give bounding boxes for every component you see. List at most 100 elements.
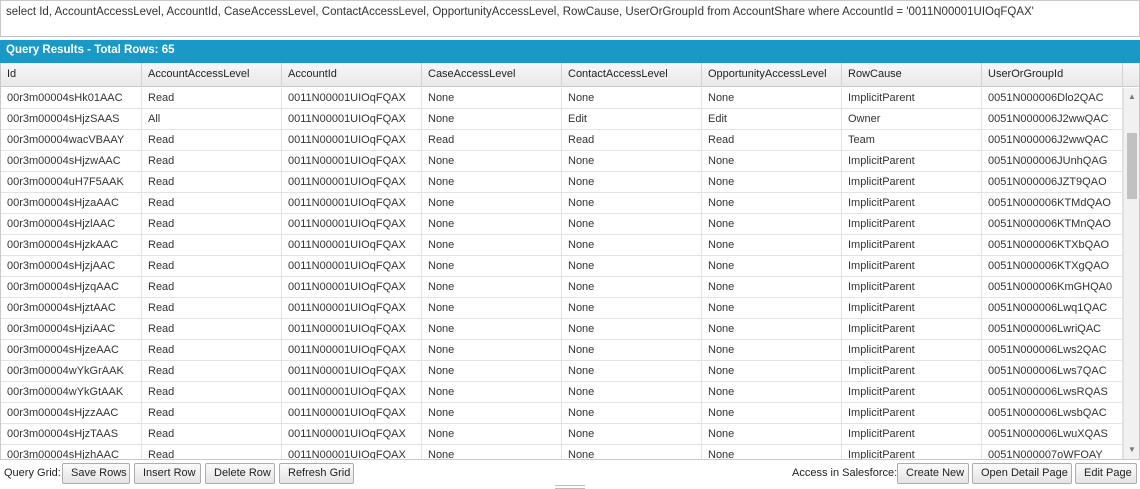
table-cell[interactable]: None	[702, 361, 842, 381]
table-cell[interactable]: Read	[142, 403, 282, 423]
table-row[interactable]: 00r3m00004sHk01AAC Read 0011N00001UIOqFQAX…	[1, 88, 1123, 109]
table-cell[interactable]: 0011N00001UIOqFQAX	[282, 151, 422, 171]
column-header-id[interactable]: Id	[1, 63, 142, 87]
table-row[interactable]: 00r3m00004sHjziAAC Read 0011N00001UIOqFQAX…	[1, 319, 1123, 340]
table-cell[interactable]: 00r3m00004wacVBAAY	[1, 130, 142, 150]
table-cell[interactable]: None	[562, 298, 702, 318]
table-cell[interactable]: Read	[142, 151, 282, 171]
table-cell[interactable]: Read	[702, 130, 842, 150]
table-cell[interactable]: None	[422, 424, 562, 444]
table-row[interactable]: 00r3m00004sHjzkAAC Read 0011N00001UIOqFQAX…	[1, 235, 1123, 256]
save-rows-button[interactable]: Save Rows	[62, 463, 130, 484]
table-cell[interactable]: None	[702, 214, 842, 234]
table-cell[interactable]: 0011N00001UIOqFQAX	[282, 256, 422, 276]
table-cell[interactable]: None	[562, 403, 702, 423]
table-cell[interactable]: Read	[142, 361, 282, 381]
refresh-grid-button[interactable]: Refresh Grid	[279, 463, 354, 484]
table-cell[interactable]: None	[702, 298, 842, 318]
table-cell[interactable]: Read	[142, 424, 282, 444]
table-cell[interactable]: None	[562, 277, 702, 297]
table-cell[interactable]: 00r3m00004wYkGtAAK	[1, 382, 142, 402]
insert-row-button[interactable]: Insert Row	[134, 463, 201, 484]
table-cell[interactable]: 0051N000006Lws2QAC	[982, 340, 1123, 360]
table-cell[interactable]: 0051N000006Lws7QAC	[982, 361, 1123, 381]
table-cell[interactable]: Edit	[702, 109, 842, 129]
table-cell[interactable]: None	[562, 193, 702, 213]
table-cell[interactable]: None	[422, 193, 562, 213]
table-cell[interactable]: ImplicitParent	[842, 445, 982, 459]
table-cell[interactable]: ImplicitParent	[842, 382, 982, 402]
table-cell[interactable]: None	[562, 256, 702, 276]
table-cell[interactable]: ImplicitParent	[842, 424, 982, 444]
table-row[interactable]: 00r3m00004sHjzaAAC Read 0011N00001UIOqFQAX…	[1, 193, 1123, 214]
table-cell[interactable]: Edit	[562, 109, 702, 129]
table-cell[interactable]: Read	[562, 130, 702, 150]
table-cell[interactable]: 0051N000006LwriQAC	[982, 319, 1123, 339]
table-cell[interactable]: ImplicitParent	[842, 88, 982, 108]
table-cell[interactable]: Read	[142, 193, 282, 213]
table-cell[interactable]: None	[702, 88, 842, 108]
table-cell[interactable]: 0011N00001UIOqFQAX	[282, 109, 422, 129]
table-cell[interactable]: 0051N000006KTXbQAO	[982, 235, 1123, 255]
table-cell[interactable]: None	[702, 193, 842, 213]
column-header-userorgroupid[interactable]: UserOrGroupId	[982, 63, 1123, 87]
table-cell[interactable]: 00r3m00004sHjzzAAC	[1, 403, 142, 423]
table-cell[interactable]: None	[422, 361, 562, 381]
table-cell[interactable]: 00r3m00004sHk01AAC	[1, 88, 142, 108]
table-cell[interactable]: All	[142, 109, 282, 129]
table-cell[interactable]: None	[702, 277, 842, 297]
table-cell[interactable]: None	[702, 256, 842, 276]
table-cell[interactable]: 0051N000006KmGHQA0	[982, 277, 1123, 297]
table-cell[interactable]: None	[422, 403, 562, 423]
table-cell[interactable]: None	[702, 424, 842, 444]
table-cell[interactable]: 0011N00001UIOqFQAX	[282, 445, 422, 459]
table-cell[interactable]: ImplicitParent	[842, 214, 982, 234]
table-row[interactable]: 00r3m00004sHjzqAAC Read 0011N00001UIOqFQAX…	[1, 277, 1123, 298]
table-cell[interactable]: Read	[142, 88, 282, 108]
table-cell[interactable]: None	[562, 361, 702, 381]
column-header-accountaccesslevel[interactable]: AccountAccessLevel	[142, 63, 282, 87]
table-cell[interactable]: Read	[142, 130, 282, 150]
table-cell[interactable]: 0011N00001UIOqFQAX	[282, 403, 422, 423]
table-cell[interactable]: Read	[142, 235, 282, 255]
table-cell[interactable]: ImplicitParent	[842, 256, 982, 276]
table-cell[interactable]: 00r3m00004sHjzTAAS	[1, 424, 142, 444]
column-header-accountid[interactable]: AccountId	[282, 63, 422, 87]
table-cell[interactable]: 00r3m00004sHjzwAAC	[1, 151, 142, 171]
table-cell[interactable]: Read	[142, 172, 282, 192]
table-row[interactable]: 00r3m00004sHjztAAC Read 0011N00001UIOqFQAX…	[1, 298, 1123, 319]
table-row[interactable]: 00r3m00004sHjzzAAC Read 0011N00001UIOqFQAX…	[1, 403, 1123, 424]
table-cell[interactable]: None	[562, 445, 702, 459]
table-row[interactable]: 00r3m00004sHjzjAAC Read 0011N00001UIOqFQAX…	[1, 256, 1123, 277]
table-cell[interactable]: Read	[142, 445, 282, 459]
edit-page-button[interactable]: Edit Page	[1075, 463, 1137, 484]
table-cell[interactable]: Read	[422, 130, 562, 150]
resize-grip[interactable]	[555, 485, 585, 489]
table-cell[interactable]: 0011N00001UIOqFQAX	[282, 277, 422, 297]
table-cell[interactable]: None	[562, 172, 702, 192]
table-cell[interactable]: None	[422, 109, 562, 129]
table-cell[interactable]: 00r3m00004sHjzSAAS	[1, 109, 142, 129]
table-row[interactable]: 00r3m00004sHjzeAAC Read 0011N00001UIOqFQAX…	[1, 340, 1123, 361]
table-cell[interactable]: Read	[142, 319, 282, 339]
table-cell[interactable]: 0011N00001UIOqFQAX	[282, 88, 422, 108]
table-cell[interactable]: 0051N000006Lwq1QAC	[982, 298, 1123, 318]
vertical-scrollbar[interactable]: ▲ ▼	[1123, 88, 1139, 459]
scroll-down-icon[interactable]: ▼	[1124, 443, 1139, 457]
table-row[interactable]: 00r3m00004sHjzSAAS All 0011N00001UIOqFQAX N…	[1, 109, 1123, 130]
table-row[interactable]: 00r3m00004wYkGrAAK Read 0011N00001UIOqFQAX…	[1, 361, 1123, 382]
table-cell[interactable]: 0051N000006J2wwQAC	[982, 109, 1123, 129]
table-cell[interactable]: None	[422, 277, 562, 297]
table-cell[interactable]: 00r3m00004wYkGrAAK	[1, 361, 142, 381]
table-cell[interactable]: None	[702, 382, 842, 402]
table-cell[interactable]: None	[422, 319, 562, 339]
table-cell[interactable]: 0011N00001UIOqFQAX	[282, 424, 422, 444]
table-cell[interactable]: Read	[142, 340, 282, 360]
table-cell[interactable]: 0051N000006JZT9QAO	[982, 172, 1123, 192]
table-cell[interactable]: 0051N000006KTMdQAO	[982, 193, 1123, 213]
table-cell[interactable]: Owner	[842, 109, 982, 129]
delete-row-button[interactable]: Delete Row	[205, 463, 275, 484]
column-header-contactaccesslevel[interactable]: ContactAccessLevel	[562, 63, 702, 87]
table-cell[interactable]: 0011N00001UIOqFQAX	[282, 172, 422, 192]
column-header-caseaccesslevel[interactable]: CaseAccessLevel	[422, 63, 562, 87]
